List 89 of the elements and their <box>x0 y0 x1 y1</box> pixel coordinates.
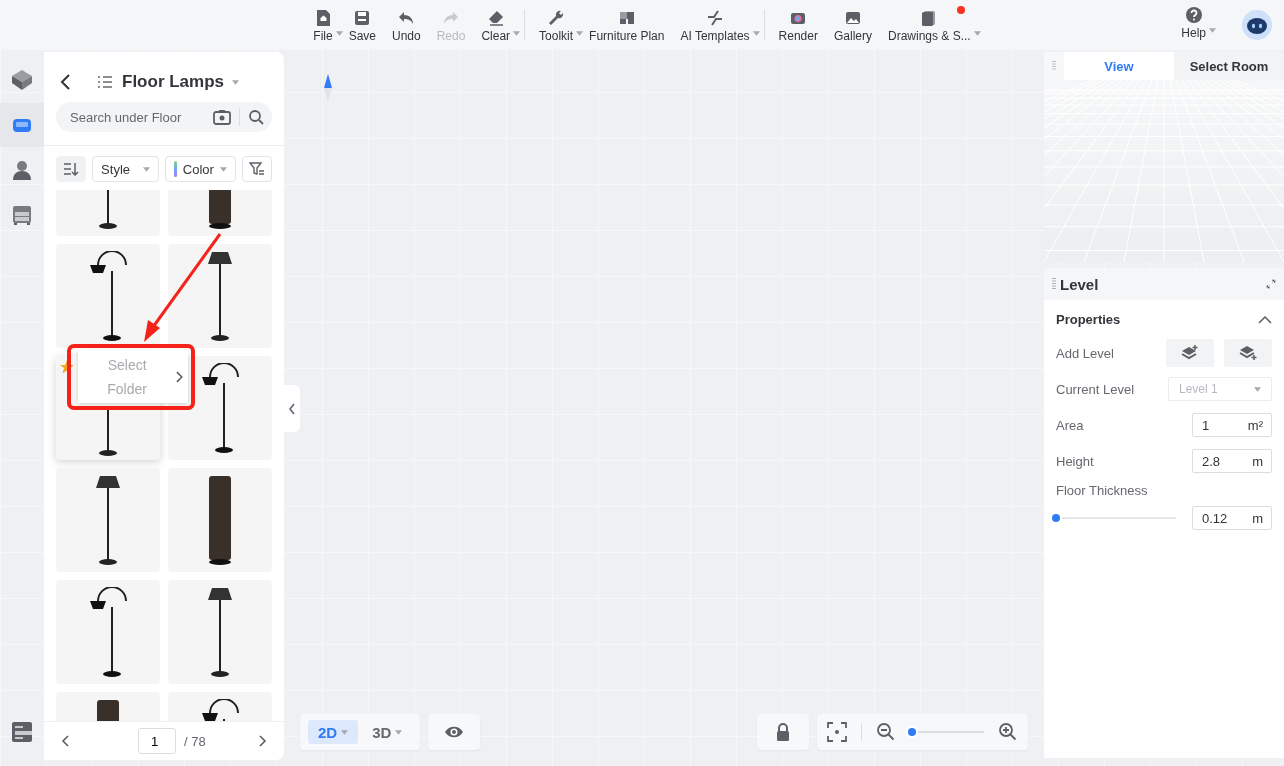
drag-handle-icon[interactable] <box>1052 277 1056 291</box>
collapse-panel-button[interactable] <box>284 385 300 432</box>
preview-tab[interactable]: View <box>1064 52 1174 80</box>
filter-button[interactable] <box>241 156 272 182</box>
field-label: Floor Thickness <box>1055 482 1149 498</box>
camera-icon[interactable] <box>213 109 231 125</box>
product-tile[interactable] <box>168 580 272 684</box>
color-swatch-icon <box>173 161 177 177</box>
zoom-out-icon[interactable] <box>876 722 896 742</box>
caret-icon <box>752 31 760 36</box>
save-icon <box>353 9 372 27</box>
chevron-right-icon <box>174 369 184 384</box>
compass-icon <box>323 74 333 102</box>
number-field[interactable]: 1 m² <box>1192 413 1272 437</box>
help-button[interactable]: Help <box>1173 0 1214 50</box>
caret-icon <box>395 729 403 735</box>
star-icon[interactable] <box>60 360 74 374</box>
toolbar-button[interactable]: Gallery <box>825 3 880 47</box>
plan-icon <box>617 9 636 27</box>
expand-icon[interactable] <box>1266 279 1276 289</box>
search-field[interactable]: Search under Floor <box>68 108 205 126</box>
product-tile[interactable] <box>168 244 272 348</box>
toolbar-button[interactable]: Render <box>770 3 826 47</box>
layers-plus-icon <box>1180 345 1200 361</box>
field-label: Area <box>1056 417 1085 433</box>
help-icon <box>1184 6 1203 24</box>
toolbar-button[interactable]: Undo <box>384 3 429 47</box>
cabinet-icon <box>10 203 34 227</box>
search-icon[interactable] <box>248 109 264 125</box>
toolbar-button[interactable]: File <box>305 3 341 47</box>
person-icon <box>10 158 34 182</box>
gallery-icon <box>843 9 862 27</box>
notification-dot <box>956 6 965 14</box>
properties-section-header[interactable]: Properties <box>1044 300 1284 335</box>
color-filter-dropdown[interactable]: Color <box>164 156 236 182</box>
product-tile[interactable] <box>56 580 160 684</box>
caret-icon <box>1254 386 1261 392</box>
sort-icon <box>63 162 80 176</box>
caret-icon <box>341 729 349 735</box>
chevron-left-icon <box>288 402 296 415</box>
page-total: / 78 <box>184 733 206 749</box>
caret-icon <box>142 166 150 172</box>
caret-icon <box>335 31 343 36</box>
sidebar-tab[interactable] <box>0 103 44 147</box>
lock-button[interactable] <box>757 714 809 750</box>
page-number-field[interactable]: 1 <box>138 728 176 754</box>
add-level-above-button[interactable] <box>1166 339 1214 367</box>
unit-label: m² <box>1247 417 1263 433</box>
style-filter-dropdown[interactable]: Style <box>92 156 159 182</box>
unit-label: m <box>1252 510 1263 526</box>
lamp-stand-photo <box>98 410 118 456</box>
toolbar-button[interactable]: Drawings & S... <box>880 3 979 47</box>
toolkit-icon <box>547 9 566 27</box>
toolbar-button[interactable]: AI Templates <box>672 3 758 47</box>
unit-label: m <box>1252 453 1263 469</box>
collapse-chevron-icon <box>1258 315 1272 324</box>
search-bar[interactable]: Search under Floor <box>56 102 272 132</box>
panel-title: Level <box>1060 275 1100 293</box>
toolbar-button[interactable]: Save <box>340 3 384 47</box>
filter-icon <box>248 162 265 176</box>
list-icon <box>98 76 112 88</box>
field-label: Height <box>1056 453 1095 469</box>
number-field[interactable]: 2.8 m <box>1192 449 1272 473</box>
field-label: Current Level <box>1056 381 1136 397</box>
product-tile[interactable] <box>56 468 160 572</box>
view-mode-tab[interactable]: 3D <box>362 720 413 744</box>
caret-icon <box>1209 28 1216 33</box>
zoom-in-icon[interactable] <box>998 722 1018 742</box>
caret-icon <box>219 166 227 172</box>
caret-icon <box>232 79 239 85</box>
add-level-below-button[interactable] <box>1224 339 1272 367</box>
panel-layout-icon[interactable] <box>10 720 34 744</box>
visibility-button[interactable] <box>428 714 481 750</box>
product-tile[interactable] <box>56 244 160 348</box>
sort-button[interactable] <box>56 156 87 182</box>
field-label: Add Level <box>1056 345 1115 361</box>
category-dropdown[interactable]: Floor Lamps <box>122 72 239 92</box>
caret-icon <box>513 31 521 36</box>
caret-icon <box>576 31 584 36</box>
toolbar-button[interactable]: Clear <box>473 3 519 47</box>
layers-plus-icon <box>1238 345 1258 361</box>
model-icon <box>10 68 34 92</box>
focus-icon[interactable] <box>827 722 847 742</box>
toolbar-button[interactable]: Toolkit <box>531 3 582 47</box>
caret-icon <box>973 31 981 36</box>
preview-tab[interactable]: Select Room <box>1174 52 1284 80</box>
number-field[interactable]: 0.12 m <box>1192 506 1272 530</box>
toolbar-button[interactable]: Furniture Plan <box>581 3 673 47</box>
product-tile[interactable] <box>168 468 272 572</box>
